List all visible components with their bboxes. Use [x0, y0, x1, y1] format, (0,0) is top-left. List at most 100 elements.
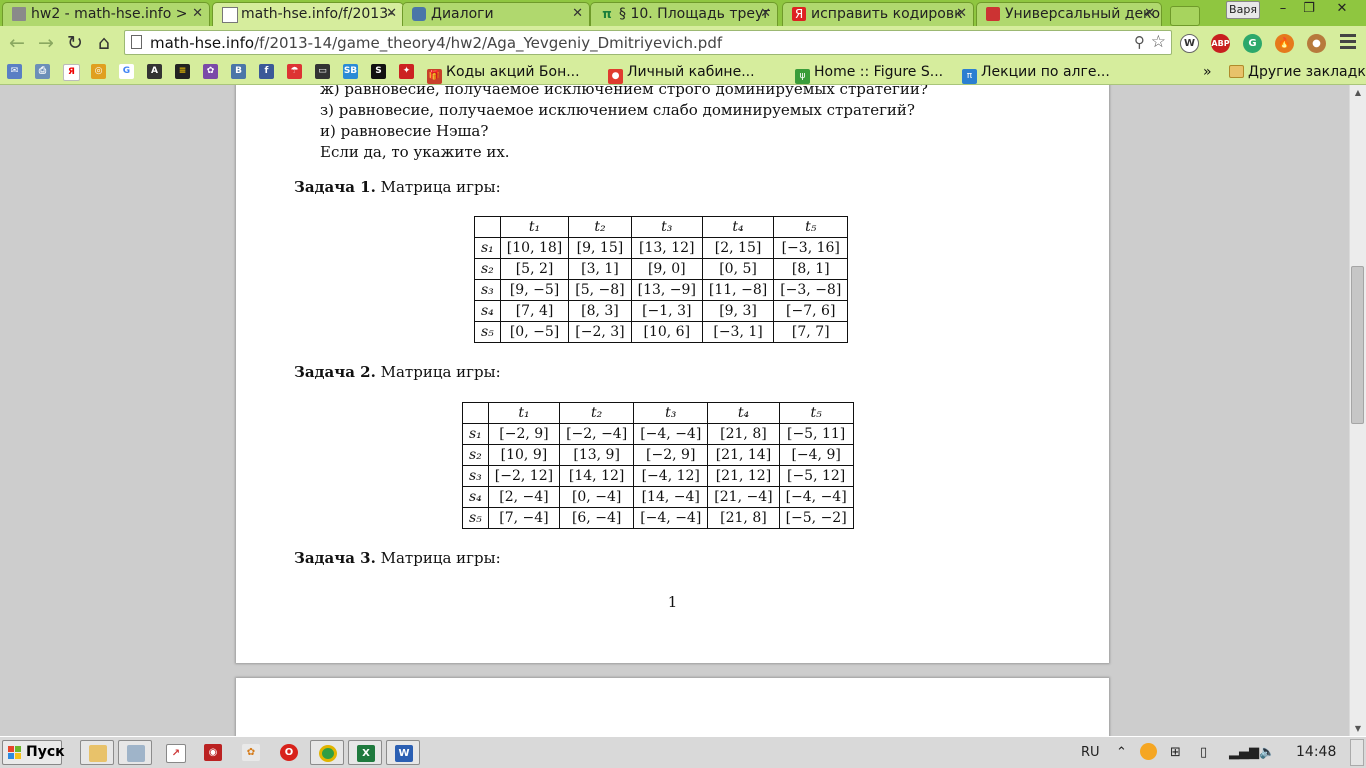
window-switch-icon[interactable]: ⊞: [1170, 745, 1181, 760]
home-button[interactable]: ⌂: [93, 32, 115, 54]
other-bookmarks-button[interactable]: Другие закладки: [1229, 63, 1366, 81]
tab-6[interactable]: Универсальный деко ✕: [976, 2, 1162, 26]
wikipedia-extension-icon[interactable]: W: [1180, 34, 1199, 53]
bookmark-star-icon[interactable]: ☆: [1151, 32, 1166, 52]
payoff-cell: [5, −8]: [568, 279, 632, 301]
tab-2[interactable]: math-hse.info/f/2013- ✕: [212, 2, 404, 26]
back-button[interactable]: ←: [6, 32, 28, 54]
sb-bookmark-icon[interactable]: SB: [343, 64, 358, 79]
bookmarks-bar: ✉ ⎙ Я ◎ G A ≡ ✿ В f ☂ ▭ SB S ✦ 🎁 Коды акц…: [0, 60, 1366, 85]
payoff-cell: [−4, −4]: [633, 423, 709, 445]
taskbar-app-button[interactable]: ◉: [196, 740, 230, 765]
monitor-bookmark-icon[interactable]: ▭: [315, 64, 330, 79]
volume-icon[interactable]: 🔈: [1259, 745, 1275, 760]
taskbar-app-button[interactable]: X: [348, 740, 382, 765]
network-signal-icon[interactable]: ▂▄▆: [1229, 745, 1259, 760]
scroll-down-arrow-icon[interactable]: ▼: [1350, 721, 1366, 736]
vertical-scrollbar[interactable]: ▲ ▼: [1349, 85, 1366, 736]
taskbar-app-button[interactable]: [80, 740, 114, 765]
tray-expand-icon[interactable]: ⌃: [1116, 745, 1127, 760]
bookmarks-overflow-button[interactable]: »: [1203, 63, 1212, 81]
payoff-cell: [3, 1]: [568, 258, 632, 280]
clock[interactable]: 14:48: [1296, 744, 1336, 760]
minimize-button[interactable]: –: [1270, 0, 1296, 17]
taskbar-app-button[interactable]: O: [272, 740, 306, 765]
corner-cell: [474, 216, 501, 238]
menu-icon[interactable]: [1340, 34, 1356, 50]
red-bookmark-icon[interactable]: ✦: [399, 64, 414, 79]
afisha-bookmark-icon[interactable]: A: [147, 64, 162, 79]
tab-close-icon[interactable]: ✕: [1144, 6, 1155, 21]
bookmark-item[interactable]: π Лекции по алге...: [962, 63, 1110, 84]
reload-button[interactable]: ↻: [64, 32, 86, 54]
taskbar-app-button[interactable]: ✿: [234, 740, 268, 765]
scroll-up-arrow-icon[interactable]: ▲: [1350, 85, 1366, 100]
language-indicator[interactable]: RU: [1081, 745, 1100, 760]
payoff-cell: [−2, 9]: [633, 444, 709, 466]
task-3-text: Матрица игры:: [380, 549, 501, 567]
payoff-cell: [21, 12]: [707, 465, 780, 487]
start-button[interactable]: Пуск: [2, 740, 65, 765]
chrome-icon: [319, 745, 337, 762]
payoff-cell: [11, −8]: [701, 279, 775, 301]
taskbar-app-button[interactable]: [310, 740, 344, 765]
grammar-extension-icon[interactable]: G: [1243, 34, 1262, 53]
pdf-page-2: [236, 678, 1109, 736]
new-tab-button[interactable]: [1170, 6, 1200, 26]
tab-1[interactable]: hw2 - math-hse.info > ✕: [2, 2, 210, 26]
bookmark-item[interactable]: ψ Home :: Figure S...: [795, 63, 944, 84]
tab-close-icon[interactable]: ✕: [956, 6, 967, 21]
tab-5[interactable]: Яисправить кодировк ✕: [782, 2, 974, 26]
taskbar-app-button[interactable]: [118, 740, 152, 765]
calculator-icon: [127, 745, 145, 762]
zoom-icon[interactable]: ⚲: [1134, 33, 1145, 51]
umbrella-bookmark-icon[interactable]: ☂: [287, 64, 302, 79]
gift-icon: 🎁: [427, 69, 442, 84]
tab-close-icon[interactable]: ✕: [386, 6, 397, 21]
yandex-bookmark-icon[interactable]: Я: [63, 64, 80, 81]
mail-bookmark-icon[interactable]: ✉: [7, 64, 22, 79]
device-icon[interactable]: ▯: [1200, 745, 1207, 760]
print-bookmark-icon[interactable]: ⎙: [35, 64, 50, 79]
close-window-button[interactable]: ✕: [1322, 0, 1362, 17]
fire-extension-icon[interactable]: 🔥: [1275, 34, 1294, 53]
tab-4[interactable]: π § 10. Площадь треуг ✕: [590, 2, 778, 26]
address-bar[interactable]: math-hse.info/f/2013-14/game_theory4/hw2…: [124, 30, 1172, 55]
payoff-cell: [−2, −4]: [559, 423, 635, 445]
payoff-cell: [10, 9]: [487, 444, 561, 466]
taskbar-app-button[interactable]: ↗: [158, 740, 192, 765]
payoff-cell: [−5, −2]: [778, 507, 854, 529]
tab-3[interactable]: Диалоги ✕: [402, 2, 590, 26]
tab-close-icon[interactable]: ✕: [192, 6, 203, 21]
row-header: s₄: [474, 300, 501, 322]
scrollbar-thumb[interactable]: [1351, 266, 1364, 424]
google-bookmark-icon[interactable]: G: [119, 64, 134, 79]
vk-bookmark-icon[interactable]: В: [231, 64, 246, 79]
facebook-bookmark-icon[interactable]: f: [259, 64, 274, 79]
bookmark-item[interactable]: 🎁 Коды акций Бон...: [427, 63, 580, 84]
payoff-cell: [6, −4]: [559, 507, 635, 529]
tray-app-icon[interactable]: [1140, 743, 1157, 760]
taskbar-app-button[interactable]: W: [386, 740, 420, 765]
payoff-cell: [7, −4]: [487, 507, 561, 529]
question-line: з) равновесие, получаемое исключением сл…: [320, 101, 915, 119]
bookmark-label: Коды акций Бон...: [446, 64, 580, 80]
forward-button[interactable]: →: [35, 32, 57, 54]
show-desktop-button[interactable]: [1350, 739, 1364, 766]
tab-close-icon[interactable]: ✕: [572, 6, 583, 21]
adblock-extension-icon[interactable]: ABP: [1211, 34, 1230, 53]
payoff-cell: [−4, 9]: [778, 444, 854, 466]
pdf-viewer[interactable]: е) равновесие в слабо доминирующих страт…: [0, 85, 1349, 736]
task-1-text: Матрица игры:: [380, 178, 501, 196]
bookmark-label: Home :: Figure S...: [814, 64, 944, 80]
cookie-extension-icon[interactable]: ●: [1307, 34, 1326, 53]
payoff-cell: [−4, 12]: [633, 465, 709, 487]
flower-bookmark-icon[interactable]: ✿: [203, 64, 218, 79]
beeline-bookmark-icon[interactable]: ≡: [175, 64, 190, 79]
profile-badge[interactable]: Варя: [1226, 1, 1260, 19]
odnoklassniki-bookmark-icon[interactable]: ◎: [91, 64, 106, 79]
s-bookmark-icon[interactable]: S: [371, 64, 386, 79]
tab-close-icon[interactable]: ✕: [760, 6, 771, 21]
maximize-button[interactable]: ❐: [1296, 0, 1322, 17]
bookmark-item[interactable]: ● Личный кабине...: [608, 63, 755, 84]
